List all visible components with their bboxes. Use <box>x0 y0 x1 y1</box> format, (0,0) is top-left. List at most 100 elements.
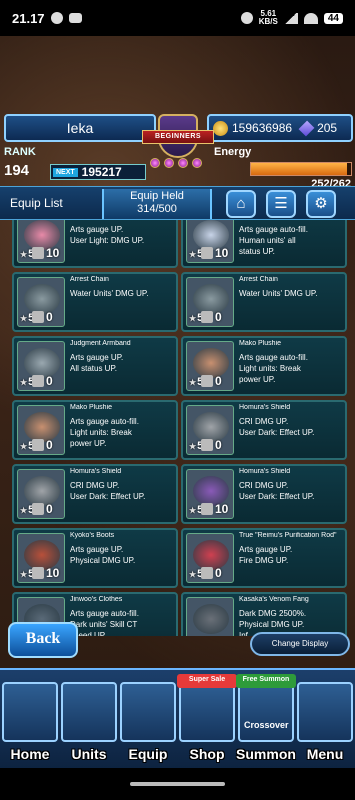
equipment-art-icon <box>24 412 60 442</box>
currency-bar[interactable]: 159636986 205 <box>207 114 353 142</box>
equip-list-label: Equip List <box>10 196 63 210</box>
equipment-card[interactable]: 5 10 Arts gauge auto-fill. Human units' … <box>181 220 347 268</box>
enhance-icon <box>201 503 213 515</box>
player-name-bar[interactable]: Ieka <box>4 114 156 142</box>
bottom-nav: Home Units Equip Super Sale Shop Free Summon C… <box>0 668 355 768</box>
equipment-description: CRI DMG UP. User Dark: Effect UP. <box>239 417 315 437</box>
equipment-card[interactable]: 5 0 Homura's Shield CRI DMG UP. User Dar… <box>12 464 178 524</box>
enhance-icon <box>32 439 44 451</box>
nav-units[interactable]: Units <box>61 676 117 766</box>
home-gesture-bar[interactable] <box>130 782 225 786</box>
equipment-thumbnail: 5 0 <box>186 277 234 327</box>
nav-label: Shop <box>189 746 225 762</box>
level-value: 10 <box>46 246 60 260</box>
equipment-card[interactable]: 5 0 Mako Plushie Arts gauge auto-fill. L… <box>12 400 178 460</box>
equipment-grid: 5 10 Arts gauge UP. User Light: DMG UP. … <box>0 220 355 636</box>
nav-label: Equip <box>128 746 168 762</box>
level-value: 0 <box>46 438 53 452</box>
battery-indicator: 44 <box>323 12 343 24</box>
equipment-thumbnail: 5 0 <box>186 341 234 391</box>
equipment-thumbnail: 5 10 <box>17 220 65 263</box>
level-value: 0 <box>46 310 53 324</box>
gem-icon <box>298 120 315 136</box>
equipment-card[interactable]: 5 10 Arts gauge UP. User Light: DMG UP. <box>12 220 178 268</box>
enhance-icon <box>32 247 44 259</box>
nav-badge: Free Summon <box>236 674 296 688</box>
tag-filter-button[interactable]: ⌂ <box>226 190 256 218</box>
level-value: 0 <box>215 566 222 580</box>
equipment-thumbnail: 5 10 <box>186 220 234 263</box>
nav-label: Home <box>10 746 50 762</box>
equipment-card[interactable]: 5 0 Mako Plushie Arts gauge auto-fill. L… <box>181 336 347 396</box>
enhance-icon <box>201 311 213 323</box>
signal-icon <box>283 12 298 24</box>
player-name: Ieka <box>66 120 94 136</box>
crossover-label: Crossover <box>244 720 289 730</box>
nav-shop[interactable]: Super Sale Shop <box>177 674 237 766</box>
status-time: 21.17 <box>12 10 45 26</box>
equipment-thumbnail <box>186 597 234 636</box>
equipment-name: Jinwoo's Clothes <box>70 596 123 603</box>
gear-icon: ⚙ <box>314 195 328 212</box>
equipment-art-icon <box>193 540 229 570</box>
level-value: 0 <box>215 310 222 324</box>
beginners-emblem[interactable]: BEGINNERS <box>142 110 214 180</box>
equipment-name: Homura's Shield <box>239 404 291 411</box>
equipment-description: Arts gauge auto-fill. Light units: Break… <box>239 353 308 384</box>
energy-fill <box>251 163 347 175</box>
equipment-art-icon <box>193 348 229 378</box>
equipment-art-icon <box>193 604 229 634</box>
equipment-card[interactable]: 5 10 Kyoko's Boots Arts gauge UP. Physic… <box>12 528 178 588</box>
sword-icon <box>120 682 176 742</box>
nav-equip[interactable]: Equip <box>120 676 176 766</box>
equipment-name: True "Reimu's Purification Rod" <box>239 532 337 539</box>
equip-held-label: Equip Held <box>130 190 184 202</box>
equipment-art-icon <box>24 348 60 378</box>
book-icon <box>297 682 353 742</box>
house-icon <box>2 682 58 742</box>
equipment-card[interactable]: 5 0 True "Reimu's Purification Rod" Arts… <box>181 528 347 588</box>
equipment-card[interactable]: 5 0 Judgment Armband Arts gauge UP. All … <box>12 336 178 396</box>
equipment-name: Homura's Shield <box>70 468 122 475</box>
back-button[interactable]: Back <box>8 622 78 658</box>
coin-icon <box>213 120 228 136</box>
enhance-icon <box>201 375 213 387</box>
equipment-description: Arts gauge UP. Physical DMG UP. <box>70 545 136 565</box>
enhance-icon <box>201 567 213 579</box>
nav-label: Summon <box>236 746 296 762</box>
equipment-name: Mako Plushie <box>239 340 282 347</box>
equipment-art-icon <box>193 284 229 314</box>
equipment-name: Homura's Shield <box>239 468 291 475</box>
equipment-art-icon <box>24 476 60 506</box>
change-display-button[interactable]: Change Display <box>250 632 350 656</box>
equipment-art-icon <box>24 284 60 314</box>
wifi-icon <box>303 12 318 24</box>
nav-summon[interactable]: Free Summon Crossover Summon <box>236 674 296 766</box>
nav-label: Menu <box>306 746 344 762</box>
enhance-icon <box>32 567 44 579</box>
equip-toolbar: Equip List Equip Held 314/500 ⌂ ☰ ⚙ <box>0 186 355 220</box>
equipment-card[interactable]: 5 10 Homura's Shield CRI DMG UP. User Da… <box>181 464 347 524</box>
equipment-thumbnail: 5 0 <box>186 533 234 583</box>
game-screen: Ieka 159636986 205 BEGINNERS RANK 194 NE… <box>0 36 355 768</box>
settings-button[interactable]: ⚙ <box>306 190 336 218</box>
app-notification-icon <box>50 12 63 24</box>
equipment-description: Arts gauge auto-fill. Dark units' Skill … <box>70 609 139 636</box>
equipment-name: Kyoko's Boots <box>70 532 115 539</box>
equipment-card[interactable]: Kasaka's Venom Fang Dark DMG 2500%. Phys… <box>181 592 347 636</box>
status-bar: 21.17 5.61 KB/S 44 <box>0 0 355 36</box>
energy-label: Energy <box>214 146 252 158</box>
equipment-card[interactable]: 5 0 Arrest Chain Water Units' DMG UP. <box>12 272 178 332</box>
equipment-description: CRI DMG UP. User Dark: Effect UP. <box>239 481 315 501</box>
sort-button[interactable]: ☰ <box>266 190 296 218</box>
equipment-card[interactable]: 5 0 Arrest Chain Water Units' DMG UP. <box>181 272 347 332</box>
equipment-thumbnail: 5 0 <box>17 469 65 519</box>
equipment-card[interactable]: 5 0 Homura's Shield CRI DMG UP. User Dar… <box>181 400 347 460</box>
level-value: 0 <box>46 374 53 388</box>
tag-icon: ⌂ <box>236 195 246 212</box>
sliders-icon: ☰ <box>274 195 288 212</box>
equipment-name: Mako Plushie <box>70 404 113 411</box>
nav-menu[interactable]: Menu <box>297 676 353 766</box>
nav-home[interactable]: Home <box>2 676 58 766</box>
energy-bar <box>250 162 352 176</box>
